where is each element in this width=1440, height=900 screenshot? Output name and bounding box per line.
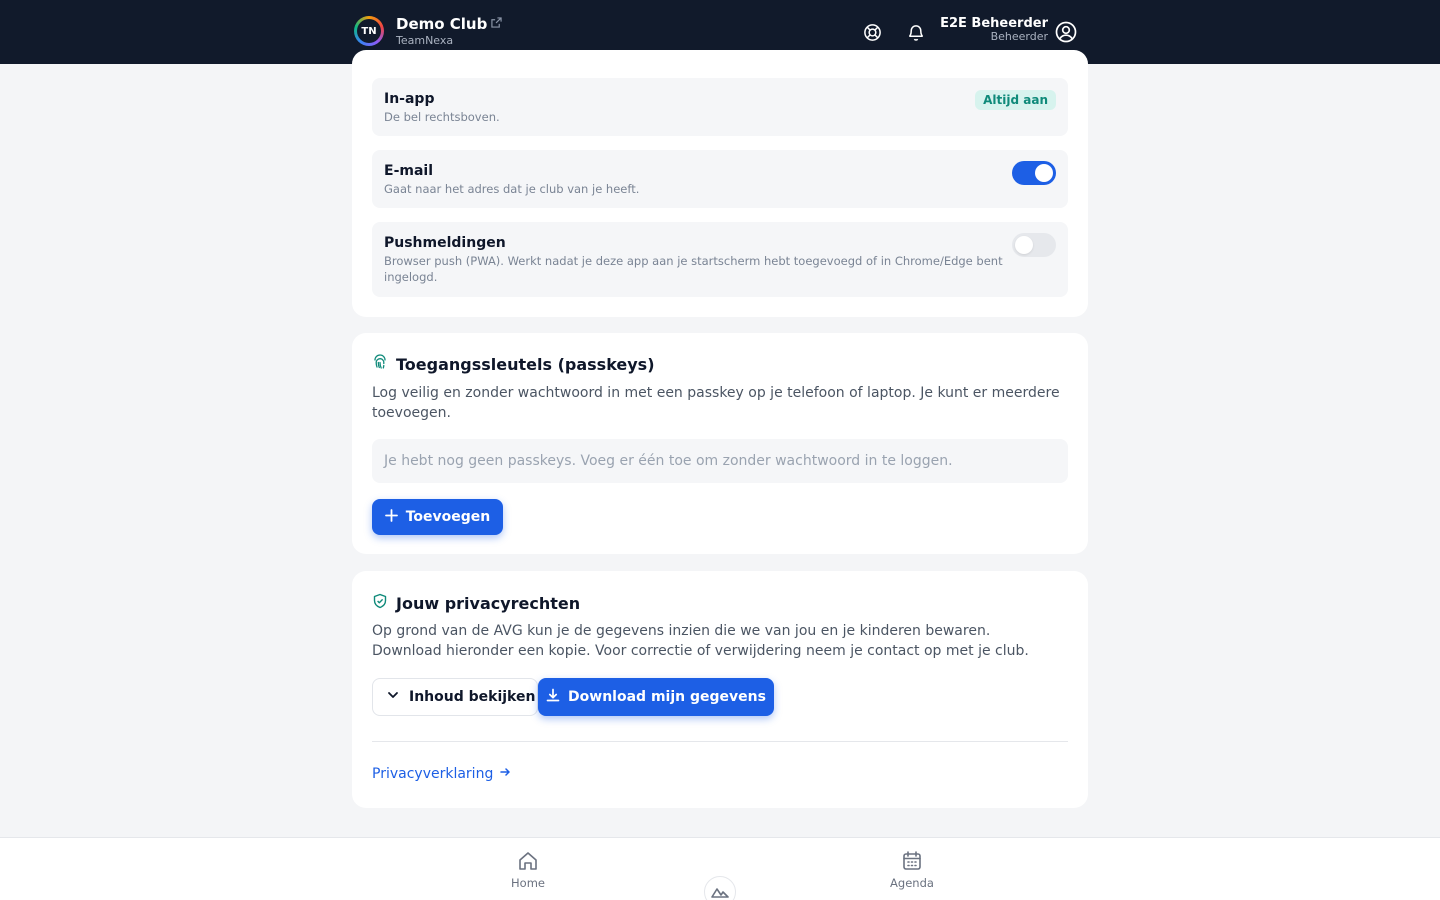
user-name: E2E Beheerder: [940, 16, 1048, 31]
club-brand[interactable]: TN Demo Club TeamNexa: [354, 16, 503, 47]
view-content-button[interactable]: Inhoud bekijken: [372, 678, 538, 716]
notification-channels-card: In-app De bel rechtsboven. Altijd aan E-…: [352, 50, 1088, 317]
channel-row-inapp: In-app De bel rechtsboven. Altijd aan: [372, 78, 1068, 136]
club-logo-text: TN: [357, 19, 381, 44]
nav-agenda[interactable]: Agenda: [882, 850, 942, 890]
nav-home-label: Home: [511, 876, 545, 890]
channel-description: Browser push (PWA). Werkt nadat je deze …: [384, 254, 1003, 284]
notification-bell-icon[interactable]: [906, 22, 926, 42]
privacy-statement-link[interactable]: Privacyverklaring: [372, 766, 511, 782]
always-on-badge: Altijd aan: [975, 90, 1056, 110]
add-passkey-label: Toevoegen: [405, 509, 491, 525]
passkeys-title: Toegangssleutels (passkeys): [396, 354, 655, 374]
passkeys-empty-state: Je hebt nog geen passkeys. Voeg er één t…: [372, 439, 1068, 483]
download-data-button[interactable]: Download mijn gegevens: [538, 678, 774, 716]
chevron-down-icon: [387, 689, 399, 705]
mountain-icon: [711, 888, 729, 898]
privacy-statement-label: Privacyverklaring: [372, 766, 494, 782]
arrow-right-icon: [499, 766, 511, 782]
passkeys-description: Log veilig en zonder wachtwoord in met e…: [372, 385, 1060, 421]
nav-home[interactable]: Home: [498, 850, 558, 890]
channel-description: Gaat naar het adres dat je club van je h…: [384, 182, 640, 196]
download-icon: [546, 688, 560, 706]
passkeys-card: Toegangssleutels (passkeys) Log veilig e…: [352, 333, 1088, 554]
user-avatar-icon[interactable]: [1055, 21, 1077, 43]
user-role: Beheerder: [990, 30, 1048, 44]
channel-description: De bel rechtsboven.: [384, 110, 500, 124]
channel-title: Pushmeldingen: [384, 235, 506, 251]
channel-title: E-mail: [384, 163, 434, 179]
download-data-label: Download mijn gegevens: [568, 689, 766, 705]
user-menu[interactable]: E2E Beheerder Beheerder: [940, 16, 1048, 44]
privacy-divider: [372, 741, 1068, 742]
external-link-icon: [491, 17, 503, 31]
calendar-icon: [903, 851, 921, 870]
club-name[interactable]: Demo Club: [396, 16, 487, 33]
fingerprint-icon: [372, 354, 388, 374]
shield-check-icon: [372, 593, 388, 613]
club-logo: TN: [354, 16, 384, 47]
channel-row-email: E-mail Gaat naar het adres dat je club v…: [372, 150, 1068, 208]
privacy-description: Op grond van de AVG kun je de gegevens i…: [372, 623, 1029, 659]
privacy-card: Jouw privacyrechten Op grond van de AVG …: [352, 571, 1088, 808]
bottom-navigation: Home Agenda: [0, 837, 1440, 900]
add-passkey-button[interactable]: Toevoegen: [372, 499, 503, 535]
privacy-title: Jouw privacyrechten: [396, 593, 581, 613]
email-toggle[interactable]: [1012, 161, 1056, 185]
center-logo-button[interactable]: [704, 876, 736, 900]
help-lifebuoy-icon[interactable]: [862, 22, 882, 42]
view-content-label: Inhoud bekijken: [409, 689, 536, 705]
home-icon: [519, 852, 537, 870]
channel-row-push: Pushmeldingen Browser push (PWA). Werkt …: [372, 222, 1068, 297]
channel-title: In-app: [384, 91, 435, 107]
club-subtitle: TeamNexa: [396, 33, 454, 47]
push-toggle[interactable]: [1012, 233, 1056, 257]
plus-icon: [384, 508, 398, 526]
nav-agenda-label: Agenda: [890, 876, 934, 890]
